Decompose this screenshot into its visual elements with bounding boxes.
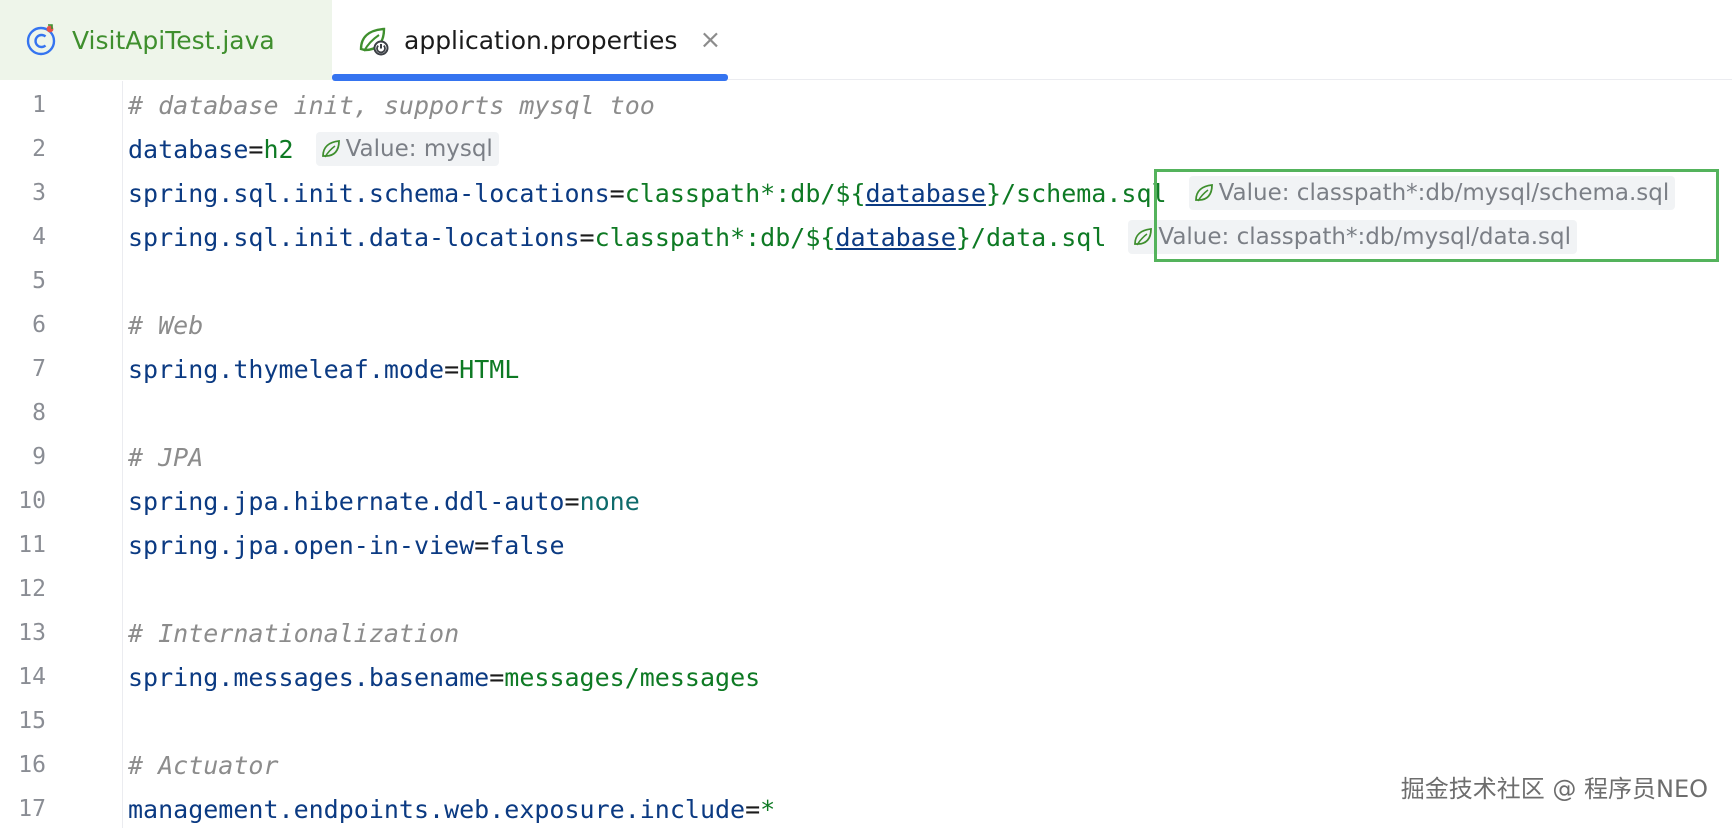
code-line: 14 spring.messages.basename = messages/mes…: [0, 655, 1732, 699]
inlay-value-hint: Value: mysql: [315, 132, 499, 166]
comment-text: # database init, supports mysql too: [128, 90, 655, 120]
property-value: messages/messages: [504, 662, 761, 692]
equals-sign: =: [444, 354, 460, 384]
spring-leaf-icon: [321, 140, 340, 158]
equals-sign: =: [474, 530, 490, 560]
active-tab-indicator: [332, 74, 728, 81]
line-number: 13: [18, 620, 46, 646]
inlay-value-hint: Value: classpath*:db/mysql/data.sql: [1128, 220, 1578, 254]
property-value: h2: [263, 134, 294, 164]
line-number: 4: [32, 224, 46, 250]
line-number: 14: [18, 664, 46, 690]
property-key: spring.thymeleaf.mode: [128, 354, 445, 384]
property-key: spring.messages.basename: [128, 662, 490, 692]
code-line: 7 spring.thymeleaf.mode = HTML: [0, 347, 1732, 391]
equals-sign: =: [745, 794, 761, 824]
code-line: 5: [0, 259, 1732, 303]
equals-sign: =: [248, 134, 264, 164]
line-number: 6: [32, 312, 46, 338]
code-line: 8: [0, 391, 1732, 435]
code-line: 3 spring.sql.init.schema-locations = class…: [0, 171, 1732, 215]
property-value: classpath*:db/${: [594, 222, 836, 252]
property-value: none: [579, 486, 640, 516]
comment-text: # JPA: [128, 442, 204, 472]
property-value: }/schema.sql: [985, 178, 1167, 208]
tab-label: VisitApiTest.java: [72, 25, 275, 55]
code-line: 9 # JPA: [0, 435, 1732, 479]
placeholder-reference[interactable]: database: [835, 223, 955, 252]
placeholder-reference[interactable]: database: [866, 179, 986, 208]
line-number: 8: [32, 400, 46, 426]
tab-label: application.properties: [404, 25, 678, 55]
watermark: 掘金技术社区 @ 程序员NEO: [1400, 775, 1708, 803]
line-number: 7: [32, 356, 46, 382]
property-value: classpath*:db/${: [624, 178, 866, 208]
line-number: 3: [32, 180, 46, 206]
comment-text: # Actuator: [128, 750, 279, 780]
line-number: 15: [18, 708, 46, 734]
code-line: 12: [0, 567, 1732, 611]
equals-sign: =: [564, 486, 580, 516]
line-number: 11: [18, 532, 46, 558]
line-number: 5: [32, 268, 46, 294]
line-number: 17: [18, 796, 46, 822]
comment-text: # Web: [128, 310, 204, 340]
close-icon[interactable]: ×: [699, 27, 721, 53]
code-line: 4 spring.sql.init.data-locations = classpa…: [0, 215, 1732, 259]
equals-sign: =: [489, 662, 505, 692]
property-key: database: [128, 134, 249, 164]
code-line: 2 database = h2 Value: mysql: [0, 127, 1732, 171]
property-value: }/data.sql: [955, 222, 1107, 252]
code-line: 6 # Web: [0, 303, 1732, 347]
hint-text: Value: classpath*:db/mysql/schema.sql: [1218, 180, 1670, 206]
property-value: false: [489, 530, 565, 560]
spring-leaf-icon: [1194, 184, 1213, 202]
property-value: *: [760, 794, 776, 824]
line-number: 12: [18, 576, 46, 602]
property-value: HTML: [459, 354, 520, 384]
property-key: spring.jpa.hibernate.ddl-auto: [128, 486, 565, 516]
hint-text: Value: classpath*:db/mysql/data.sql: [1158, 224, 1572, 250]
property-key: spring.sql.init.data-locations: [128, 222, 580, 252]
property-key: spring.sql.init.schema-locations: [128, 178, 610, 208]
equals-sign: =: [579, 222, 595, 252]
hint-text: Value: mysql: [345, 136, 493, 162]
line-number: 10: [18, 488, 46, 514]
property-key: management.endpoints.web.exposure.includ…: [128, 794, 746, 824]
java-class-icon: [26, 24, 56, 56]
tab-visitapitest-java[interactable]: VisitApiTest.java: [0, 0, 332, 80]
line-number: 16: [18, 752, 46, 778]
code-line: 13 # Internationalization: [0, 611, 1732, 655]
code-line: 1 # database init, supports mysql too: [0, 83, 1732, 127]
inlay-value-hint: Value: classpath*:db/mysql/schema.sql: [1188, 176, 1676, 210]
line-number: 9: [32, 444, 46, 470]
spring-leaf-icon: [1134, 228, 1153, 246]
code-line: 10 spring.jpa.hibernate.ddl-auto = none: [0, 479, 1732, 523]
tab-application-properties[interactable]: application.properties ×: [332, 0, 728, 80]
code-line: 11 spring.jpa.open-in-view = false: [0, 523, 1732, 567]
property-key: spring.jpa.open-in-view: [128, 530, 475, 560]
line-number: 1: [32, 92, 46, 118]
editor-tab-bar: VisitApiTest.java application.properties…: [0, 0, 1732, 81]
equals-sign: =: [609, 178, 625, 208]
code-line: 15: [0, 699, 1732, 743]
code-editor[interactable]: 1 # database init, supports mysql too 2 …: [0, 81, 1732, 828]
spring-properties-icon: [359, 27, 389, 56]
line-number: 2: [32, 136, 46, 162]
comment-text: # Internationalization: [128, 618, 460, 648]
